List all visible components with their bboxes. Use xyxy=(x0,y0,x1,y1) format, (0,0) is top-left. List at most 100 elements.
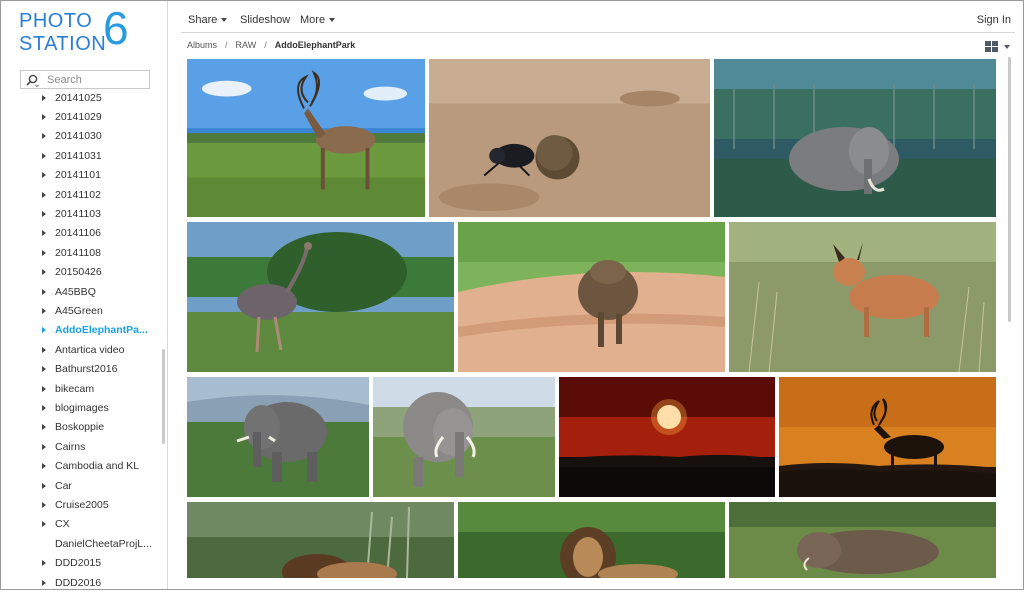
album-tree-label: 20141030 xyxy=(55,130,102,143)
caret-right-icon[interactable] xyxy=(42,521,46,528)
caret-right-icon[interactable] xyxy=(42,172,46,179)
photo-image xyxy=(187,222,454,372)
photo-thumbnail-caracal[interactable] xyxy=(729,222,996,372)
album-tree-item[interactable]: 20141025 xyxy=(39,88,159,107)
caret-right-icon[interactable] xyxy=(42,424,46,431)
album-tree-label: Car xyxy=(55,479,72,492)
caret-right-icon[interactable] xyxy=(42,560,46,567)
album-tree-label: 20141106 xyxy=(55,227,101,240)
album-tree-item[interactable]: A45BBQ xyxy=(39,282,159,301)
breadcrumb-albums[interactable]: Albums xyxy=(187,40,217,50)
caret-right-icon[interactable] xyxy=(42,191,46,198)
photo-thumbnail-ostrich[interactable] xyxy=(187,222,454,372)
caret-right-icon[interactable] xyxy=(42,501,46,508)
chevron-down-icon xyxy=(221,18,228,22)
caret-right-icon[interactable] xyxy=(42,133,46,140)
sidebar: PHOTO STATION 6 20141025 20141029 20141030… xyxy=(1,1,168,589)
view-mode-toggle[interactable] xyxy=(985,41,1011,53)
caret-right-icon[interactable] xyxy=(42,385,46,392)
caret-right-icon[interactable] xyxy=(42,94,46,101)
album-tree-label: 20141031 xyxy=(55,149,102,162)
photo-image xyxy=(187,502,454,578)
album-tree-item[interactable]: 20141029 xyxy=(39,107,159,126)
photo-thumbnail-elephant-hill[interactable] xyxy=(187,377,369,497)
album-tree-label: DDD2016 xyxy=(55,576,102,589)
caret-right-icon[interactable] xyxy=(42,482,46,489)
caret-right-icon[interactable] xyxy=(42,230,46,237)
caret-right-icon[interactable] xyxy=(42,443,46,450)
photo-thumbnail-dung-beetle[interactable] xyxy=(429,59,710,217)
photo-station-window: PHOTO STATION 6 20141025 20141029 20141030… xyxy=(0,0,1024,590)
breadcrumb-separator: / xyxy=(225,40,228,50)
caret-right-icon[interactable] xyxy=(42,307,46,314)
album-tree-item[interactable]: Cruise2005 xyxy=(39,495,159,514)
grid-icon-cell xyxy=(985,47,991,52)
search-box[interactable] xyxy=(20,70,150,89)
album-tree-item[interactable]: DanielCheetaProjL... xyxy=(39,534,159,553)
caret-right-icon[interactable] xyxy=(42,579,46,586)
album-tree-label: AddoElephantPa... xyxy=(55,324,148,337)
share-menu-button[interactable]: Share xyxy=(188,14,228,26)
photo-thumbnail-kudu[interactable] xyxy=(187,59,425,217)
breadcrumb-raw[interactable]: RAW xyxy=(236,40,257,50)
album-tree-label: A45Green xyxy=(55,304,103,317)
album-tree-item[interactable]: 20141030 xyxy=(39,127,159,146)
grid-icon-cell xyxy=(992,41,998,46)
photo-thumbnail-lion-bush[interactable] xyxy=(458,502,725,578)
album-tree-item[interactable]: 20141106 xyxy=(39,224,159,243)
photo-thumbnail-warthog-running[interactable] xyxy=(458,222,725,372)
sign-in-link[interactable]: Sign In xyxy=(977,14,1011,26)
caret-right-icon[interactable] xyxy=(42,269,46,276)
share-label: Share xyxy=(188,14,218,26)
album-tree-item[interactable]: DDD2015 xyxy=(39,554,159,573)
app-logo[interactable]: PHOTO STATION 6 xyxy=(19,5,139,57)
caret-right-icon[interactable] xyxy=(42,152,46,159)
album-tree-label: 20141102 xyxy=(55,188,101,201)
album-tree-item[interactable]: 20141108 xyxy=(39,243,159,262)
slideshow-button[interactable]: Slideshow xyxy=(240,14,290,26)
main-scrollbar[interactable] xyxy=(1008,57,1011,322)
photo-image xyxy=(187,377,369,497)
slideshow-label: Slideshow xyxy=(240,14,291,26)
photo-thumbnail-elephant-forest[interactable] xyxy=(714,59,996,217)
photo-thumbnail-warthog-lying[interactable] xyxy=(729,502,996,578)
logo-version: 6 xyxy=(103,2,129,54)
search-input[interactable] xyxy=(47,72,147,87)
photo-thumbnail-lion-reeds[interactable] xyxy=(187,502,454,578)
album-tree-item[interactable]: bikecam xyxy=(39,379,159,398)
caret-right-icon[interactable] xyxy=(42,210,46,217)
album-tree-item[interactable]: Boskoppie xyxy=(39,418,159,437)
album-tree-item[interactable]: 20141102 xyxy=(39,185,159,204)
album-tree-item[interactable]: DDD2016 xyxy=(39,573,159,589)
more-menu-button[interactable]: More xyxy=(300,14,336,26)
logo-text-photo: PHOTO xyxy=(19,10,93,32)
caret-right-icon[interactable] xyxy=(42,404,46,411)
album-tree-item[interactable]: Cairns xyxy=(39,437,159,456)
album-tree-item[interactable]: AddoElephantPa... xyxy=(39,321,159,340)
album-tree-item[interactable]: Cambodia and KL xyxy=(39,457,159,476)
album-tree-label: Bathurst2016 xyxy=(55,363,118,376)
album-tree-item[interactable]: blogimages xyxy=(39,398,159,417)
album-tree-item[interactable]: 20141031 xyxy=(39,146,159,165)
caret-right-icon[interactable] xyxy=(42,327,46,334)
more-label: More xyxy=(300,14,326,26)
album-tree-item[interactable]: Bathurst2016 xyxy=(39,360,159,379)
caret-right-icon[interactable] xyxy=(42,249,46,256)
album-tree-item[interactable]: 20141101 xyxy=(39,166,159,185)
caret-right-icon[interactable] xyxy=(42,463,46,470)
album-tree-item[interactable]: A45Green xyxy=(39,301,159,320)
album-tree-item[interactable]: Antartica video xyxy=(39,340,159,359)
album-tree-item[interactable]: 20150426 xyxy=(39,263,159,282)
album-tree-item[interactable]: CX xyxy=(39,515,159,534)
album-tree-item[interactable]: Car xyxy=(39,476,159,495)
photo-thumbnail-elephant-tusks[interactable] xyxy=(373,377,555,497)
photo-thumbnail-sunset[interactable] xyxy=(559,377,775,497)
caret-right-icon[interactable] xyxy=(42,113,46,120)
caret-right-icon[interactable] xyxy=(42,288,46,295)
sidebar-scrollbar[interactable] xyxy=(162,349,165,444)
album-tree-item[interactable]: 20141103 xyxy=(39,204,159,223)
caret-right-icon[interactable] xyxy=(42,346,46,353)
caret-right-icon[interactable] xyxy=(42,366,46,373)
grid-icon xyxy=(985,41,991,46)
photo-thumbnail-kudu-silhouette[interactable] xyxy=(779,377,996,497)
